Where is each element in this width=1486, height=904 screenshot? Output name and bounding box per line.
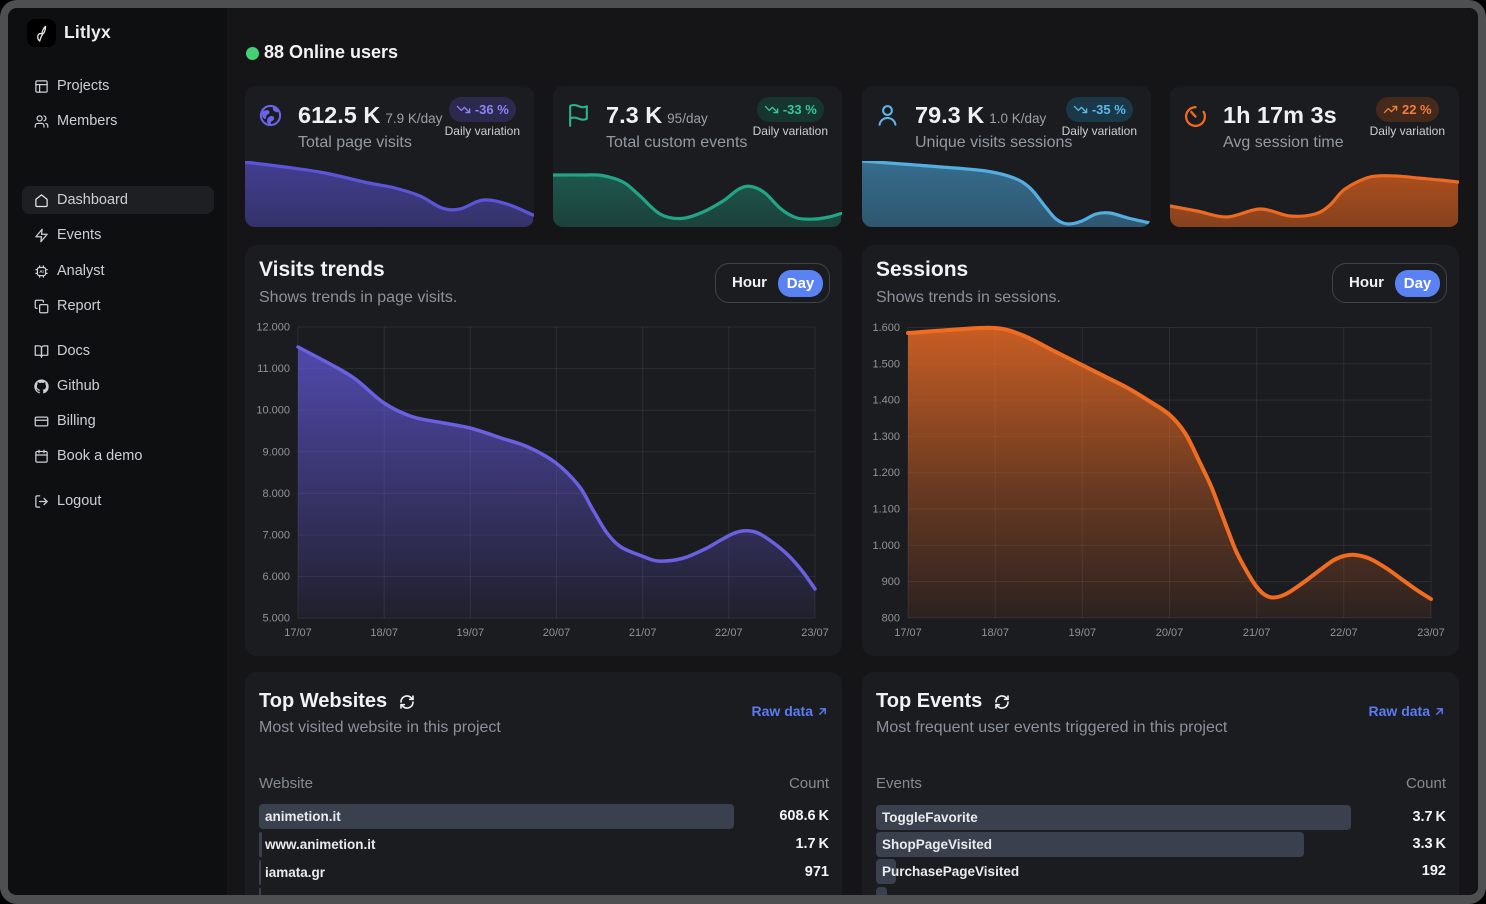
svg-text:5.000: 5.000 — [262, 613, 290, 625]
svg-text:1.200: 1.200 — [872, 467, 900, 479]
svg-text:1.400: 1.400 — [872, 395, 900, 407]
svg-text:23/07: 23/07 — [1417, 627, 1445, 639]
svg-text:12.000: 12.000 — [256, 322, 290, 334]
svg-text:800: 800 — [882, 612, 900, 624]
svg-text:900: 900 — [882, 576, 900, 588]
svg-text:17/07: 17/07 — [894, 627, 922, 639]
svg-text:9.000: 9.000 — [262, 446, 290, 458]
svg-text:19/07: 19/07 — [1069, 627, 1097, 639]
svg-text:1.300: 1.300 — [872, 431, 900, 443]
svg-text:6.000: 6.000 — [262, 571, 290, 583]
svg-text:18/07: 18/07 — [981, 627, 1009, 639]
svg-text:1.500: 1.500 — [872, 358, 900, 370]
svg-text:11.000: 11.000 — [257, 363, 290, 375]
svg-text:17/07: 17/07 — [284, 627, 312, 639]
svg-text:8.000: 8.000 — [262, 488, 290, 500]
svg-text:22/07: 22/07 — [715, 627, 743, 639]
svg-text:10.000: 10.000 — [256, 405, 290, 417]
svg-text:1.600: 1.600 — [872, 322, 900, 334]
svg-text:7.000: 7.000 — [262, 530, 290, 542]
svg-text:19/07: 19/07 — [457, 627, 485, 639]
svg-text:22/07: 22/07 — [1330, 627, 1358, 639]
svg-text:20/07: 20/07 — [1156, 627, 1184, 639]
svg-text:1.000: 1.000 — [872, 540, 900, 552]
svg-text:1.100: 1.100 — [872, 504, 900, 516]
svg-text:21/07: 21/07 — [1243, 627, 1271, 639]
svg-text:20/07: 20/07 — [543, 627, 571, 639]
svg-text:18/07: 18/07 — [370, 627, 398, 639]
svg-text:21/07: 21/07 — [629, 627, 657, 639]
svg-text:AI: AI — [39, 269, 43, 274]
svg-text:23/07: 23/07 — [801, 627, 829, 639]
